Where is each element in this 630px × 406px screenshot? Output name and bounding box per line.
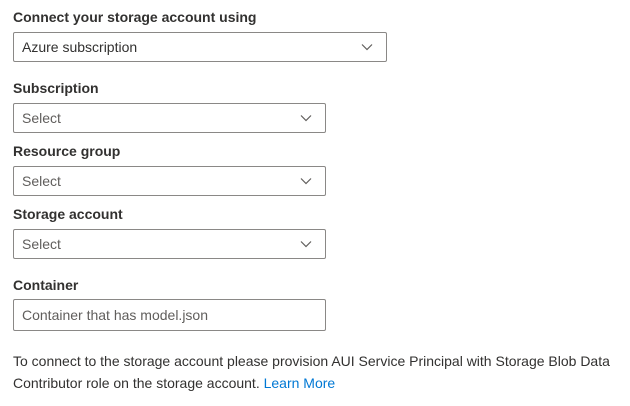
connect-method-dropdown[interactable]: Azure subscription: [13, 32, 387, 62]
chevron-down-icon: [352, 33, 382, 61]
chevron-down-icon: [291, 104, 321, 132]
subscription-label: Subscription: [13, 80, 99, 96]
container-label: Container: [13, 277, 79, 293]
container-field[interactable]: [13, 299, 326, 331]
info-message: To connect to the storage account please…: [13, 350, 617, 394]
resource-group-dropdown[interactable]: Select: [13, 166, 326, 196]
storage-account-dropdown[interactable]: Select: [13, 229, 326, 259]
learn-more-link[interactable]: Learn More: [264, 375, 336, 391]
storage-account-value: Select: [22, 236, 61, 252]
container-input[interactable]: [14, 300, 325, 330]
connect-method-value: Azure subscription: [22, 39, 138, 55]
storage-account-label: Storage account: [13, 206, 123, 222]
subscription-dropdown[interactable]: Select: [13, 103, 326, 133]
connect-method-label: Connect your storage account using: [13, 9, 257, 25]
chevron-down-icon: [291, 167, 321, 195]
resource-group-value: Select: [22, 173, 61, 189]
subscription-value: Select: [22, 110, 61, 126]
resource-group-label: Resource group: [13, 143, 121, 159]
chevron-down-icon: [291, 230, 321, 258]
